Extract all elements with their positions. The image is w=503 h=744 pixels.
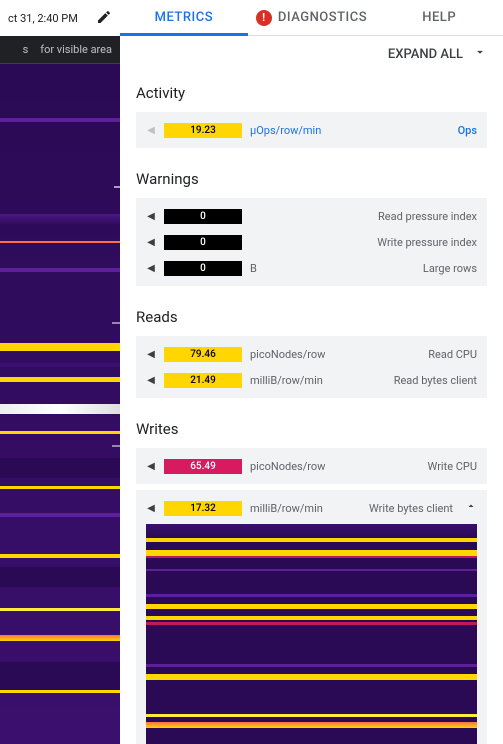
metric-value: 0 [200,237,206,248]
metric-row[interactable]: ◀ 21.49 milliB/row/min Read bytes client [146,368,477,392]
metric-value: 65.49 [190,461,216,472]
area-label: for visible area [40,43,112,56]
chevron-left-icon: ◀ [146,349,156,360]
chevron-up-icon[interactable] [461,500,477,516]
chevron-left-icon: ◀ [146,461,156,472]
metric-unit[interactable]: µOps/row/min [250,124,321,137]
metric-bar: 65.49 [164,459,242,474]
metric-bar: 17.32 [164,501,242,516]
metric-label: Write pressure index [258,236,477,249]
metric-value: 19.23 [190,125,216,136]
metric-row[interactable]: ◀ 19.23 µOps/row/min Ops [146,118,477,142]
chevron-left-icon: ◀ [146,237,156,248]
metric-label: Write bytes client [331,502,453,515]
metric-bar: 0 [164,235,242,250]
metric-unit: milliB/row/min [250,374,323,387]
chevron-left-icon: ◀ [146,125,156,136]
metric-unit: B [250,262,257,275]
tab-label: METRICS [155,10,213,25]
alert-icon: ! [256,10,272,26]
metric-row[interactable]: ◀ 0 Read pressure index [146,204,477,228]
chevron-down-icon [473,45,487,63]
area-suffix: s [23,43,29,56]
chevron-left-icon: ◀ [146,211,156,222]
left-subheader: s for visible area [0,36,120,64]
section-title-reads: Reads [136,308,487,326]
chevron-left-icon: ◀ [146,263,156,274]
metric-bar: 21.49 [164,373,242,388]
metric-unit: picoNodes/row [250,460,325,473]
metric-value: 0 [200,211,206,222]
section-title-writes: Writes [136,420,487,438]
metric-bar: 79.46 [164,347,242,362]
metric-label[interactable]: Ops [329,124,477,137]
metric-value: 21.49 [190,375,216,386]
metric-unit: picoNodes/row [250,348,325,361]
metric-bar: 19.23 [164,123,242,138]
section-title-activity: Activity [136,84,487,102]
writes-block-2: ◀ 17.32 milliB/row/min Write bytes clien… [136,490,487,744]
right-panel: METRICS ! DIAGNOSTICS HELP EXPAND ALL Ac… [120,0,503,744]
activity-block: ◀ 19.23 µOps/row/min Ops [136,112,487,148]
left-panel: ct 31, 2:40 PM s for visible area [0,0,120,744]
metric-value: 0 [200,263,206,274]
metric-row[interactable]: ◀ 79.46 picoNodes/row Read CPU [146,342,477,366]
tab-label: DIAGNOSTICS [278,10,367,25]
section-title-warnings: Warnings [136,170,487,188]
metric-row[interactable]: ◀ 0 B Large rows [146,256,477,280]
metric-row[interactable]: ◀ 0 Write pressure index [146,230,477,254]
tab-label: HELP [422,10,456,25]
metric-value: 17.32 [190,503,216,514]
chevron-left-icon: ◀ [146,375,156,386]
metric-bar: 0 [164,261,242,276]
reads-block: ◀ 79.46 picoNodes/row Read CPU ◀ 21.49 m… [136,336,487,398]
timestamp: ct 31, 2:40 PM [8,12,78,25]
tab-diagnostics[interactable]: ! DIAGNOSTICS [248,0,376,35]
metric-label: Read bytes client [331,374,477,387]
tab-metrics[interactable]: METRICS [120,0,248,35]
metric-value: 79.46 [190,349,216,360]
metrics-content: Activity ◀ 19.23 µOps/row/min Ops Warnin… [120,72,503,744]
metric-label: Large rows [265,262,477,275]
warnings-block: ◀ 0 Read pressure index ◀ 0 Write pressu… [136,198,487,286]
edit-icon[interactable] [96,9,112,28]
expand-all-button[interactable]: EXPAND ALL [120,36,503,72]
writes-block-1: ◀ 65.49 picoNodes/row Write CPU [136,448,487,484]
metric-bar: 0 [164,209,242,224]
heatmap-inline[interactable] [146,524,477,744]
tabs: METRICS ! DIAGNOSTICS HELP [120,0,503,36]
heatmap-main[interactable] [0,64,120,744]
metric-unit: milliB/row/min [250,502,323,515]
left-header: ct 31, 2:40 PM [0,0,120,36]
metric-label: Read pressure index [258,210,477,223]
chevron-left-icon: ◀ [146,503,156,514]
metric-row[interactable]: ◀ 65.49 picoNodes/row Write CPU [146,454,477,478]
metric-row[interactable]: ◀ 17.32 milliB/row/min Write bytes clien… [146,496,477,520]
metric-label: Write CPU [333,460,477,473]
expand-all-label: EXPAND ALL [388,47,463,62]
metric-label: Read CPU [333,348,477,361]
tab-help[interactable]: HELP [375,0,503,35]
